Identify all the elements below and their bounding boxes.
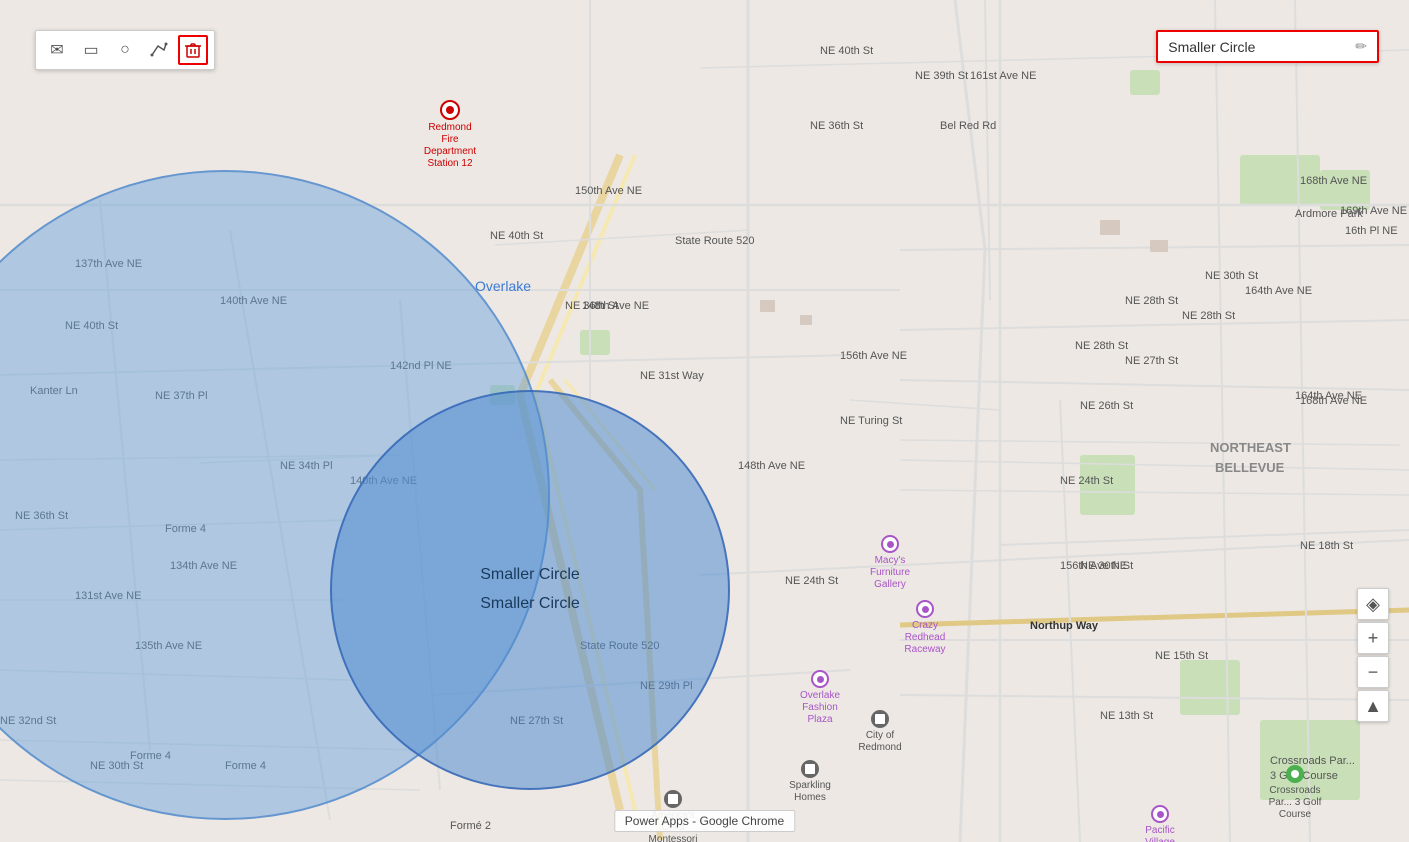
north-button[interactable]: ▲ bbox=[1357, 690, 1389, 722]
compass-button[interactable]: ◈ bbox=[1357, 588, 1389, 620]
poi-crossroads: Crossroads Par... 3 Golf Course bbox=[1265, 765, 1325, 821]
small-circle-label2: Smaller Circle bbox=[480, 590, 580, 619]
poi-overlake-fashion: Overlake Fashion Plaza bbox=[790, 670, 850, 726]
map-container: Smaller Circle Smaller Circle OverlakeNO… bbox=[0, 0, 1409, 842]
poi-fire-station: Redmond Fire Department Station 12 bbox=[420, 100, 480, 170]
small-circle-label1: Smaller Circle bbox=[480, 561, 580, 590]
email-tool-button[interactable]: ✉ bbox=[42, 35, 72, 65]
small-circle[interactable]: Smaller Circle Smaller Circle bbox=[330, 390, 730, 790]
poi-sparkling-homes: Sparkling Homes bbox=[780, 760, 840, 804]
poi-crazy-redhead: Crazy Redhead Raceway bbox=[895, 600, 955, 656]
route-tool-button[interactable] bbox=[144, 35, 174, 65]
map-controls: ◈ + − ▲ bbox=[1357, 588, 1389, 722]
poi-city-redmond: City of Redmond bbox=[850, 710, 910, 754]
circle-tool-button[interactable]: ○ bbox=[110, 35, 140, 65]
shape-name-input[interactable] bbox=[1168, 39, 1349, 55]
shape-name-box[interactable]: ✏ bbox=[1156, 30, 1379, 63]
zoom-out-button[interactable]: − bbox=[1357, 656, 1389, 688]
toolbar: ✉ ▭ ○ bbox=[35, 30, 215, 70]
poi-pacific-village: Pacific Village bbox=[1130, 805, 1190, 842]
powerapp-label: Power Apps - Google Chrome bbox=[614, 810, 795, 832]
delete-tool-button[interactable] bbox=[178, 35, 208, 65]
zoom-in-button[interactable]: + bbox=[1357, 622, 1389, 654]
poi-macys: Macy's Furniture Gallery bbox=[860, 535, 920, 591]
rect-tool-button[interactable]: ▭ bbox=[76, 35, 106, 65]
edit-icon[interactable]: ✏ bbox=[1355, 38, 1367, 55]
